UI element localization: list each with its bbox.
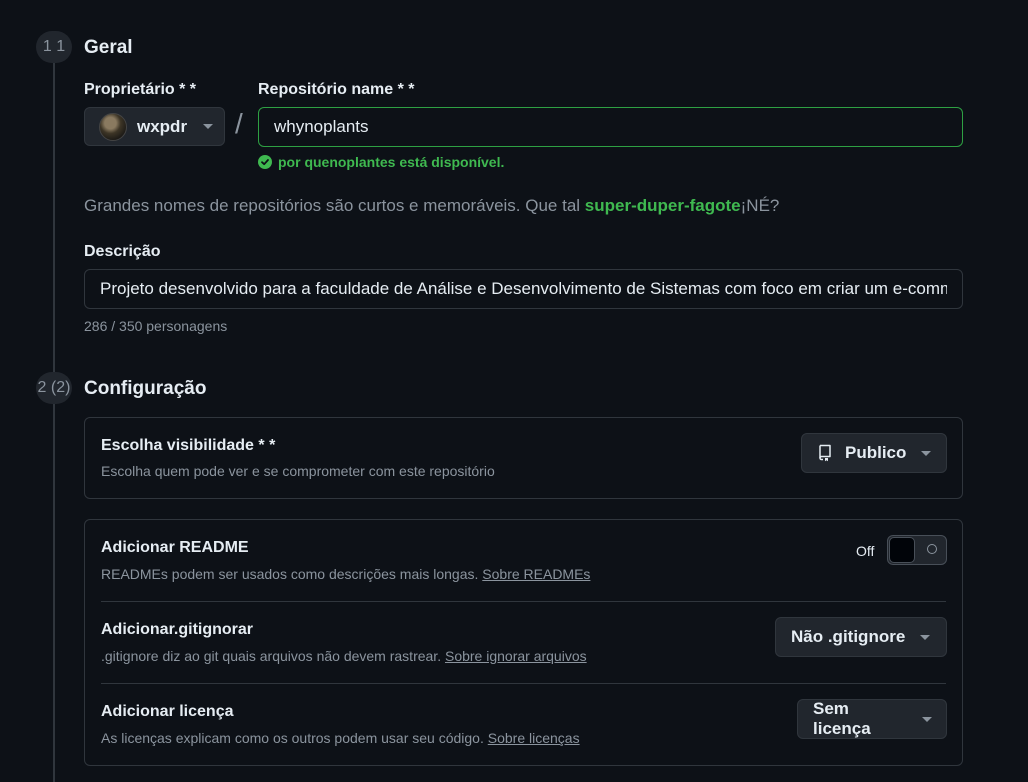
gitignore-help-link[interactable]: Sobre ignorar arquivos — [445, 648, 587, 664]
visibility-title: Escolha visibilidade * * — [101, 437, 276, 454]
visibility-description: Escolha quem pode ver e se comprometer c… — [101, 463, 495, 479]
check-circle-icon — [258, 155, 272, 169]
divider — [101, 683, 946, 684]
step-2-title: Configuração — [84, 378, 207, 399]
readme-desc-text: READMEs podem ser usados como descrições… — [101, 566, 483, 582]
readme-title: Adicionar README — [101, 539, 249, 556]
suggested-name-link[interactable]: super-duper-fagote — [585, 196, 741, 215]
divider — [101, 601, 946, 602]
visibility-select-button[interactable]: Publico — [801, 433, 947, 473]
char-counter: 286 / 350 personagens — [84, 318, 228, 334]
owner-label: Proprietário * * — [84, 81, 197, 98]
owner-name: wxpdr — [137, 116, 188, 136]
gitignore-selected: Não .gitignore — [791, 627, 906, 646]
hint-suffix: ¡NÉ? — [740, 196, 780, 215]
toggle-knob — [889, 537, 915, 563]
readme-description: READMEs podem ser usados como descrições… — [101, 566, 590, 582]
license-select-button[interactable]: Sem licença — [797, 699, 947, 739]
options-card: Adicionar README READMEs podem ser usado… — [84, 519, 963, 766]
chevron-down-icon — [921, 450, 932, 456]
license-description: As licenças explicam como os outros pode… — [101, 730, 580, 746]
description-input[interactable] — [84, 269, 963, 309]
step-1-title: Geral — [84, 37, 133, 58]
readme-help-link[interactable]: Sobre READMEs — [482, 566, 590, 582]
license-selected: Sem licença — [813, 699, 871, 738]
name-suggestion-hint: Grandes nomes de repositórios são curtos… — [84, 196, 779, 216]
owner-select-button[interactable]: wxpdr — [84, 107, 225, 146]
step-1-badge: 1 1 — [36, 31, 72, 63]
repo-name-label: Repositório name * * — [258, 81, 415, 98]
readme-toggle[interactable] — [887, 535, 947, 565]
license-title: Adicionar licença — [101, 703, 234, 720]
repo-name-input[interactable] — [258, 107, 963, 147]
description-label: Descrição — [84, 243, 161, 260]
visibility-card: Escolha visibilidade * * Escolha quem po… — [84, 417, 963, 499]
gitignore-desc-text: .gitignore diz ao git quais arquivos não… — [101, 648, 445, 664]
step-2-badge: 2 (2) — [36, 372, 72, 404]
visibility-selected: Publico — [845, 443, 907, 462]
chevron-down-icon — [922, 716, 932, 722]
license-desc-text: As licenças explicam como os outros pode… — [101, 730, 488, 746]
availability-text: por quenoplantes está disponível. — [278, 154, 505, 170]
owner-repo-separator: / — [235, 108, 243, 139]
gitignore-title: Adicionar.gitignorar — [101, 621, 254, 638]
avatar — [99, 112, 127, 141]
hint-prefix: Grandes nomes de repositórios são curtos… — [84, 196, 585, 215]
chevron-down-icon — [203, 124, 214, 129]
readme-toggle-label: Off — [856, 543, 875, 559]
gitignore-description: .gitignore diz ao git quais arquivos não… — [101, 648, 587, 664]
steps-rail — [53, 62, 55, 782]
license-help-link[interactable]: Sobre licenças — [488, 730, 580, 746]
repo-icon — [819, 444, 831, 462]
availability-message: por quenoplantes está disponível. — [258, 154, 504, 170]
chevron-down-icon — [920, 634, 931, 640]
gitignore-select-button[interactable]: Não .gitignore — [775, 617, 947, 657]
circle-icon — [927, 544, 937, 554]
